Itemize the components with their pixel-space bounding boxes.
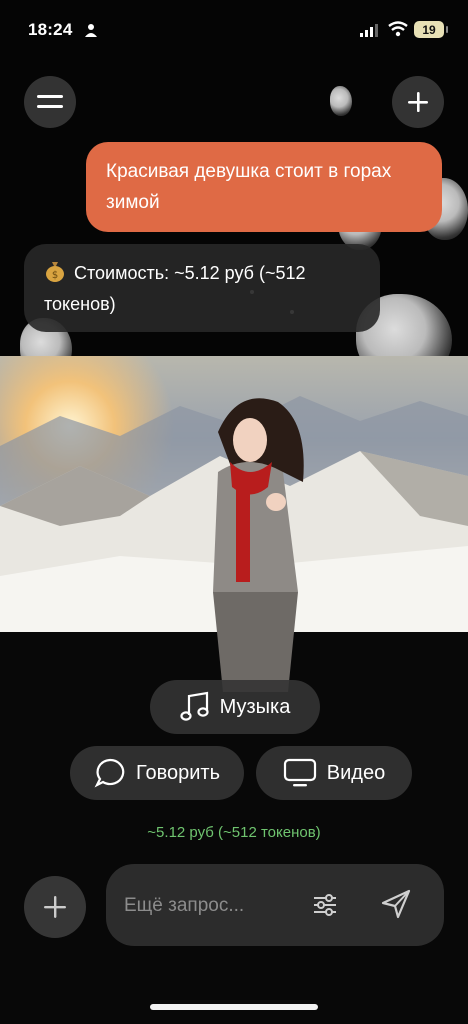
signal-icon bbox=[360, 24, 378, 37]
svg-text:$: $ bbox=[52, 270, 58, 281]
battery-indicator: 19 bbox=[414, 21, 448, 38]
plus-icon bbox=[408, 92, 428, 112]
cost-message-bubble: $ Стоимость: ~5.12 руб (~512 токенов) bbox=[24, 244, 380, 332]
attach-button[interactable] bbox=[24, 876, 86, 938]
person-icon bbox=[85, 24, 97, 37]
money-bag-icon: $ bbox=[46, 262, 64, 282]
talk-button[interactable]: Говорить bbox=[70, 746, 244, 800]
music-note-icon bbox=[180, 691, 209, 721]
plus-icon bbox=[44, 896, 66, 918]
home-indicator[interactable] bbox=[150, 1004, 318, 1010]
talk-button-label: Говорить bbox=[135, 761, 220, 784]
music-button[interactable]: Музыка bbox=[150, 680, 320, 734]
composer bbox=[106, 864, 444, 946]
new-chat-button[interactable] bbox=[392, 76, 444, 128]
video-button-label: Видео bbox=[326, 761, 386, 784]
monitor-icon bbox=[283, 758, 316, 787]
prompt-input[interactable] bbox=[122, 890, 306, 922]
video-button[interactable]: Видео bbox=[256, 746, 412, 800]
music-button-label: Музыка bbox=[219, 695, 291, 718]
wifi-icon bbox=[388, 21, 408, 37]
girl-figure bbox=[213, 398, 304, 692]
user-message-bubble: Красивая девушка стоит в горах зимой bbox=[86, 142, 442, 232]
menu-button[interactable] bbox=[24, 76, 76, 128]
send-icon[interactable] bbox=[380, 888, 412, 920]
speech-bubble-icon bbox=[94, 758, 125, 788]
status-time: 18:24 bbox=[28, 20, 73, 39]
sliders-icon[interactable] bbox=[312, 892, 338, 918]
cost-note: ~5.12 руб (~512 токенов) bbox=[147, 824, 321, 841]
hamburger-icon bbox=[37, 95, 63, 108]
cost-message-text: Стоимость: ~5.12 руб (~512 токенов) bbox=[44, 263, 306, 314]
